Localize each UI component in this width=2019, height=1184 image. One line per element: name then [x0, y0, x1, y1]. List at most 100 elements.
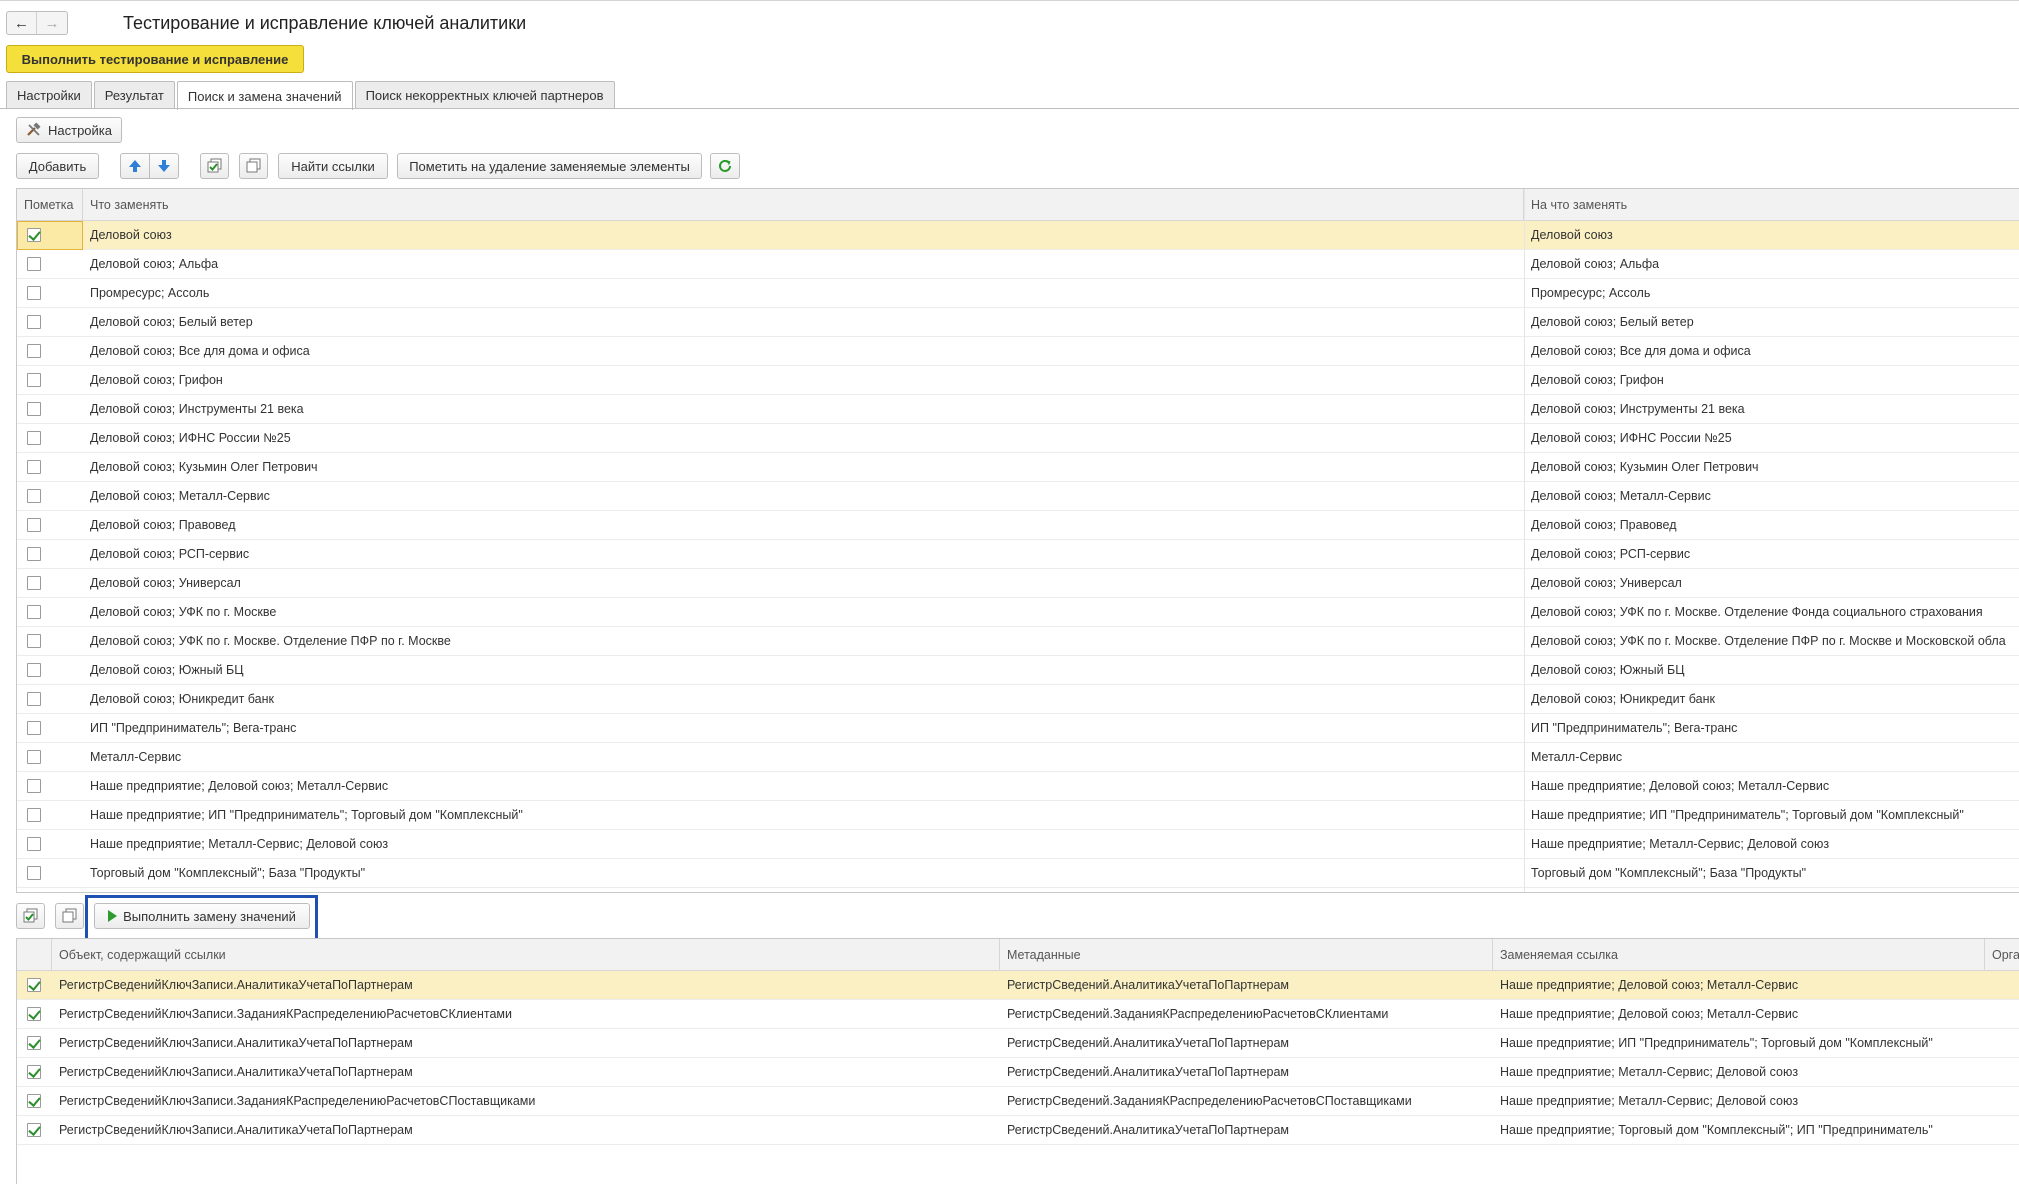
- row-checkbox[interactable]: [27, 692, 41, 706]
- table-row[interactable]: Деловой союз; Металл-Сервис Деловой союз;…: [17, 482, 2019, 511]
- cell-link: Наше предприятие; Торговый дом "Комплекс…: [1500, 1123, 1933, 1137]
- row-checkbox[interactable]: [27, 373, 41, 387]
- row-checkbox[interactable]: [27, 1094, 41, 1108]
- mark-delete-button[interactable]: Пометить на удаление заменяемые элементы: [397, 153, 702, 179]
- refresh-button[interactable]: [710, 153, 740, 179]
- row-checkbox[interactable]: [27, 431, 41, 445]
- table-row[interactable]: Наше предприятие; Деловой союз; Металл-С…: [17, 772, 2019, 801]
- table-row[interactable]: Промресурс; Ассоль Промресурс; Ассоль: [17, 279, 2019, 308]
- table-row[interactable]: Торговый дом "Комплексный"; База "Продук…: [17, 859, 2019, 888]
- row-checkbox[interactable]: [27, 257, 41, 271]
- column-header-object[interactable]: Объект, содержащий ссылки: [52, 939, 1000, 971]
- row-checkbox[interactable]: [27, 1123, 41, 1137]
- cell-what: Деловой союз; Белый ветер: [90, 315, 253, 329]
- check-all-button[interactable]: [200, 153, 229, 179]
- find-links-button[interactable]: Найти ссылки: [278, 153, 388, 179]
- row-checkbox[interactable]: [27, 315, 41, 329]
- row-checkbox[interactable]: [27, 1007, 41, 1021]
- table-row[interactable]: РегистрСведенийКлючЗаписи.АналитикаУчета…: [17, 971, 2019, 1000]
- table-row[interactable]: Деловой союз; Грифон Деловой союз; Грифон: [17, 366, 2019, 395]
- table-row[interactable]: Деловой союз; Инструменты 21 века Деловой…: [17, 395, 2019, 424]
- cell-object: РегистрСведенийКлючЗаписи.АналитикаУчета…: [59, 1036, 413, 1050]
- row-checkbox[interactable]: [27, 605, 41, 619]
- row-checkbox[interactable]: [27, 576, 41, 590]
- row-checkbox[interactable]: [27, 547, 41, 561]
- table-row[interactable]: РегистрСведенийКлючЗаписи.ЗаданияКРаспре…: [17, 1000, 2019, 1029]
- cell-what: Деловой союз: [90, 228, 172, 242]
- row-checkbox[interactable]: [27, 1065, 41, 1079]
- table-row[interactable]: Деловой союз; ИФНС России №25 Деловой сою…: [17, 424, 2019, 453]
- cell-to: Наше предприятие; ИП "Предприниматель"; …: [1531, 808, 1964, 822]
- table-row[interactable]: Наше предприятие; ИП "Предприниматель"; …: [17, 801, 2019, 830]
- move-down-button[interactable]: [149, 153, 179, 179]
- tab-result[interactable]: Результат: [93, 81, 175, 109]
- row-checkbox[interactable]: [27, 721, 41, 735]
- tab-partner-keys[interactable]: Поиск некорректных ключей партнеров: [354, 81, 615, 109]
- row-checkbox[interactable]: [27, 460, 41, 474]
- column-header-what[interactable]: Что заменять: [83, 189, 1524, 221]
- table-row[interactable]: Деловой союз Деловой союз: [17, 221, 2019, 250]
- row-checkbox[interactable]: [27, 489, 41, 503]
- table-row[interactable]: РегистрСведенийКлючЗаписи.АналитикаУчета…: [17, 1058, 2019, 1087]
- table-row[interactable]: РегистрСведенийКлючЗаписи.АналитикаУчета…: [17, 1029, 2019, 1058]
- row-checkbox[interactable]: [27, 779, 41, 793]
- column-header-mark[interactable]: Пометка: [17, 189, 83, 221]
- cell-to: Наше предприятие; Деловой союз; Металл-С…: [1531, 779, 1830, 793]
- table-row[interactable]: Деловой союз; Все для дома и офиса Делово…: [17, 337, 2019, 366]
- table-row[interactable]: Деловой союз; Универсал Деловой союз; Уни…: [17, 569, 2019, 598]
- cell-to: Деловой союз; Юникредит банк: [1531, 692, 1715, 706]
- cell-to: Деловой союз; Грифон: [1531, 373, 1664, 387]
- row-checkbox[interactable]: [27, 286, 41, 300]
- row-checkbox[interactable]: [27, 344, 41, 358]
- table-row[interactable]: Деловой союз; УФК по г. Москве Деловой со…: [17, 598, 2019, 627]
- cell-metadata: РегистрСведений.АналитикаУчетаПоПартнера…: [1007, 1036, 1290, 1050]
- table-row[interactable]: РегистрСведенийКлючЗаписи.ЗаданияКРаспре…: [17, 1087, 2019, 1116]
- add-button[interactable]: Добавить: [16, 153, 99, 179]
- column-header-metadata[interactable]: Метаданные: [1000, 939, 1493, 971]
- row-checkbox[interactable]: [27, 1036, 41, 1050]
- row-checkbox[interactable]: [27, 518, 41, 532]
- table-row[interactable]: Деловой союз; Правовед Деловой союз; Прав…: [17, 511, 2019, 540]
- row-checkbox[interactable]: [27, 808, 41, 822]
- table-row[interactable]: Деловой союз; Альфа Деловой союз; Альфа: [17, 250, 2019, 279]
- replace-values-table: Пометка Что заменять На что заменять Дел…: [16, 188, 2019, 893]
- table-row[interactable]: Деловой союз; Белый ветер Деловой союз; Б…: [17, 308, 2019, 337]
- row-checkbox[interactable]: [27, 663, 41, 677]
- uncheck-all-button[interactable]: [239, 153, 268, 179]
- links-check-all-button[interactable]: [16, 903, 45, 929]
- row-checkbox[interactable]: [27, 634, 41, 648]
- settings-button[interactable]: Настройка: [16, 117, 122, 143]
- table-row[interactable]: Деловой союз; РСП-сервис Деловой союз; РС…: [17, 540, 2019, 569]
- highlight-frame: [85, 895, 318, 941]
- table-row[interactable]: РегистрСведенийКлючЗаписи.АналитикаУчета…: [17, 1116, 2019, 1145]
- cell-what: Деловой союз; Все для дома и офиса: [90, 344, 310, 358]
- column-header-link[interactable]: Заменяемая ссылка: [1493, 939, 1985, 971]
- cell-to: Деловой союз; Металл-Сервис: [1531, 489, 1711, 503]
- links-uncheck-all-button[interactable]: [55, 903, 84, 929]
- cell-what: Деловой союз; Кузьмин Олег Петрович: [90, 460, 318, 474]
- row-checkbox[interactable]: [27, 978, 41, 992]
- forward-arrow-icon[interactable]: →: [37, 12, 67, 34]
- row-checkbox[interactable]: [27, 750, 41, 764]
- row-checkbox[interactable]: [27, 402, 41, 416]
- run-testing-button[interactable]: Выполнить тестирование и исправление: [6, 45, 304, 73]
- table-row[interactable]: Деловой союз; Юникредит банк Деловой союз…: [17, 685, 2019, 714]
- row-checkbox[interactable]: [27, 228, 41, 242]
- table-row[interactable]: Металл-Сервис Металл-Сервис: [17, 743, 2019, 772]
- column-header-org[interactable]: Орга: [1985, 939, 2019, 971]
- row-checkbox[interactable]: [27, 837, 41, 851]
- cell-object: РегистрСведенийКлючЗаписи.АналитикаУчета…: [59, 978, 413, 992]
- cell-what: Деловой союз; Правовед: [90, 518, 236, 532]
- column-header-to[interactable]: На что заменять: [1524, 189, 2019, 221]
- tab-search-replace[interactable]: Поиск и замена значений: [176, 81, 353, 110]
- table-row[interactable]: Деловой союз; Южный БЦ Деловой союз; Южны…: [17, 656, 2019, 685]
- tab-settings[interactable]: Настройки: [6, 81, 92, 109]
- cell-what: Промресурс; Ассоль: [90, 286, 210, 300]
- table-row[interactable]: Деловой союз; Кузьмин Олег Петрович Делов…: [17, 453, 2019, 482]
- row-checkbox[interactable]: [27, 866, 41, 880]
- table-row[interactable]: ИП "Предприниматель"; Вега-транс ИП "Пред…: [17, 714, 2019, 743]
- table-row[interactable]: Наше предприятие; Металл-Сервис; Деловой…: [17, 830, 2019, 859]
- table-row[interactable]: Деловой союз; УФК по г. Москве. Отделени…: [17, 627, 2019, 656]
- back-arrow-icon[interactable]: ←: [7, 12, 37, 34]
- move-up-button[interactable]: [120, 153, 150, 179]
